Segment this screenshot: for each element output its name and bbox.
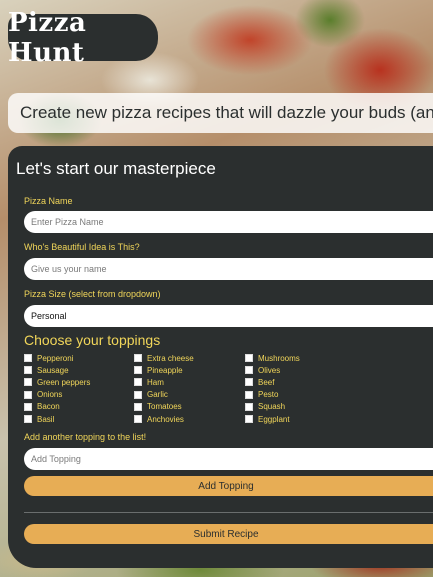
topping-option[interactable]: Ham [134, 376, 194, 388]
tagline-banner: Create new pizza recipes that will dazzl… [8, 93, 433, 133]
add-topping-button[interactable]: Add Topping [24, 476, 433, 496]
topping-checkbox[interactable] [134, 402, 142, 411]
topping-option[interactable]: Extra cheese [134, 352, 194, 364]
topping-option[interactable]: Green peppers [24, 376, 90, 388]
submit-recipe-button-label: Submit Recipe [193, 528, 259, 540]
topping-option[interactable]: Garlic [134, 389, 194, 401]
topping-label: Pepperoni [37, 353, 74, 363]
topping-checkbox[interactable] [134, 378, 142, 387]
topping-label: Pesto [258, 390, 279, 400]
pizza-name-input[interactable] [24, 211, 433, 233]
new-topping-label: Add another topping to the list! [24, 432, 147, 442]
topping-checkbox[interactable] [245, 415, 253, 424]
topping-label: Eggplant [258, 414, 290, 424]
topping-checkbox[interactable] [245, 366, 253, 375]
toppings-column-1: Pepperoni Sausage Green peppers Onions B… [24, 352, 90, 425]
topping-checkbox[interactable] [245, 390, 253, 399]
topping-checkbox[interactable] [134, 354, 142, 363]
topping-checkbox[interactable] [24, 415, 32, 424]
topping-checkbox[interactable] [245, 402, 253, 411]
topping-option[interactable]: Beef [245, 376, 300, 388]
pizza-size-label: Pizza Size (select from dropdown) [24, 289, 161, 299]
topping-label: Ham [147, 377, 164, 387]
topping-option[interactable]: Bacon [24, 401, 90, 413]
brand-logo[interactable]: Pizza Hunt [8, 8, 158, 68]
pizza-size-select[interactable]: Personal [24, 305, 433, 327]
topping-checkbox[interactable] [134, 415, 142, 424]
topping-label: Mushrooms [258, 353, 300, 363]
topping-label: Onions [37, 390, 63, 400]
topping-option[interactable]: Olives [245, 364, 300, 376]
topping-checkbox[interactable] [24, 402, 32, 411]
topping-label: Beef [258, 377, 275, 387]
topping-option[interactable]: Basil [24, 413, 90, 425]
pizza-size-selected-value: Personal [31, 311, 67, 321]
topping-option[interactable]: Sausage [24, 364, 90, 376]
toppings-column-3: Mushrooms Olives Beef Pesto Squash Eggpl… [245, 352, 300, 425]
topping-label: Sausage [37, 365, 69, 375]
pizza-recipe-form: Let's start our masterpiece Pizza Name W… [8, 146, 433, 568]
topping-label: Extra cheese [147, 353, 194, 363]
tagline-text: Create new pizza recipes that will dazzl… [20, 103, 433, 122]
topping-option[interactable]: Eggplant [245, 413, 300, 425]
toppings-column-2: Extra cheese Pineapple Ham Garlic Tomato… [134, 352, 194, 425]
topping-checkbox[interactable] [24, 378, 32, 387]
topping-option[interactable]: Pepperoni [24, 352, 90, 364]
topping-option[interactable]: Anchovies [134, 413, 194, 425]
brand-name: Pizza Hunt [8, 7, 87, 68]
topping-checkbox[interactable] [134, 366, 142, 375]
topping-label: Olives [258, 365, 281, 375]
topping-label: Pineapple [147, 365, 183, 375]
topping-checkbox[interactable] [24, 354, 32, 363]
submit-recipe-button[interactable]: Submit Recipe [24, 524, 433, 544]
topping-label: Garlic [147, 390, 168, 400]
add-topping-button-label: Add Topping [198, 480, 254, 492]
new-topping-input[interactable] [24, 448, 433, 470]
form-title: Let's start our masterpiece [16, 159, 216, 178]
topping-option[interactable]: Squash [245, 401, 300, 413]
topping-checkbox[interactable] [24, 366, 32, 375]
pizza-name-label: Pizza Name [24, 196, 73, 206]
form-divider [24, 512, 433, 513]
created-by-label: Who's Beautiful Idea is This? [24, 242, 140, 252]
topping-option[interactable]: Onions [24, 389, 90, 401]
topping-checkbox[interactable] [134, 390, 142, 399]
topping-option[interactable]: Pineapple [134, 364, 194, 376]
topping-label: Squash [258, 402, 286, 412]
topping-label: Bacon [37, 402, 60, 412]
topping-option[interactable]: Mushrooms [245, 352, 300, 364]
topping-label: Green peppers [37, 377, 91, 387]
topping-option[interactable]: Pesto [245, 389, 300, 401]
topping-option[interactable]: Tomatoes [134, 401, 194, 413]
topping-label: Tomatoes [147, 402, 182, 412]
topping-checkbox[interactable] [245, 354, 253, 363]
created-by-input[interactable] [24, 258, 433, 280]
toppings-heading: Choose your toppings [24, 332, 161, 348]
topping-checkbox[interactable] [24, 390, 32, 399]
topping-checkbox[interactable] [245, 378, 253, 387]
topping-label: Basil [37, 414, 55, 424]
topping-label: Anchovies [147, 414, 184, 424]
